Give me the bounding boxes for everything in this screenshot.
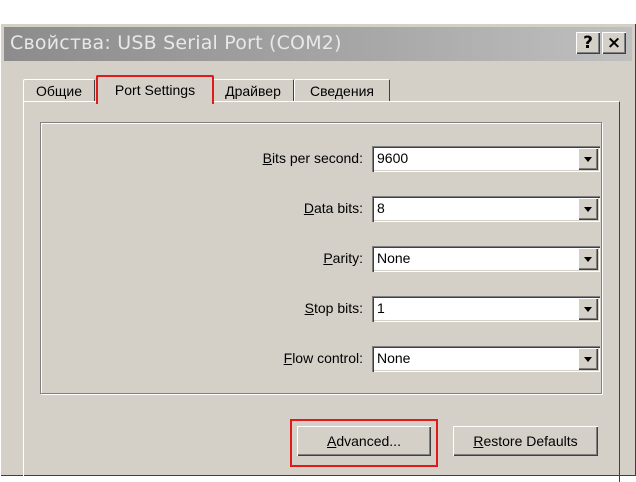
flow-control-label: Flow control:: [283, 350, 363, 366]
tab-driver[interactable]: Драйвер: [212, 79, 294, 102]
bits-per-second-label: Bits per second:: [262, 150, 363, 166]
stop-bits-select[interactable]: 1: [372, 296, 600, 322]
restore-defaults-button[interactable]: Restore Defaults: [453, 426, 598, 456]
chevron-down-icon[interactable]: [578, 348, 598, 370]
properties-dialog: Свойства: USB Serial Port (COM2) ? × Общ…: [0, 23, 636, 482]
flow-control-select[interactable]: None: [372, 346, 600, 372]
data-bits-value: 8: [377, 200, 385, 216]
bits-per-second-select[interactable]: 9600: [372, 146, 600, 172]
stop-bits-label: Stop bits:: [304, 300, 363, 316]
flow-control-value: None: [377, 350, 411, 366]
stop-bits-value: 1: [377, 300, 385, 316]
data-bits-label: Data bits:: [303, 200, 363, 216]
row-parity: Parity: None: [41, 245, 601, 275]
advanced-button[interactable]: Advanced...: [297, 426, 431, 456]
settings-group: Bits per second: 9600 Data bits: 8 Parit…: [40, 122, 602, 394]
bits-per-second-value: 9600: [377, 150, 409, 166]
tab-port-settings[interactable]: Port Settings: [96, 75, 214, 104]
chevron-down-icon[interactable]: [578, 148, 598, 170]
chevron-down-icon[interactable]: [578, 298, 598, 320]
data-bits-select[interactable]: 8: [372, 196, 600, 222]
tab-strip: Общие Port Settings Драйвер Сведения: [0, 23, 636, 104]
chevron-down-icon[interactable]: [578, 248, 598, 270]
parity-select[interactable]: None: [372, 246, 600, 272]
chevron-down-icon[interactable]: [578, 198, 598, 220]
row-bits-per-second: Bits per second: 9600: [41, 145, 601, 175]
row-stop-bits: Stop bits: 1: [41, 295, 601, 325]
tab-details[interactable]: Сведения: [294, 79, 390, 102]
parity-value: None: [377, 250, 411, 266]
row-data-bits: Data bits: 8: [41, 195, 601, 225]
row-flow-control: Flow control: None: [41, 345, 601, 375]
parity-label: Parity:: [323, 250, 363, 266]
tab-panel: Bits per second: 9600 Data bits: 8 Parit…: [23, 101, 620, 482]
tab-general[interactable]: Общие: [23, 79, 95, 102]
